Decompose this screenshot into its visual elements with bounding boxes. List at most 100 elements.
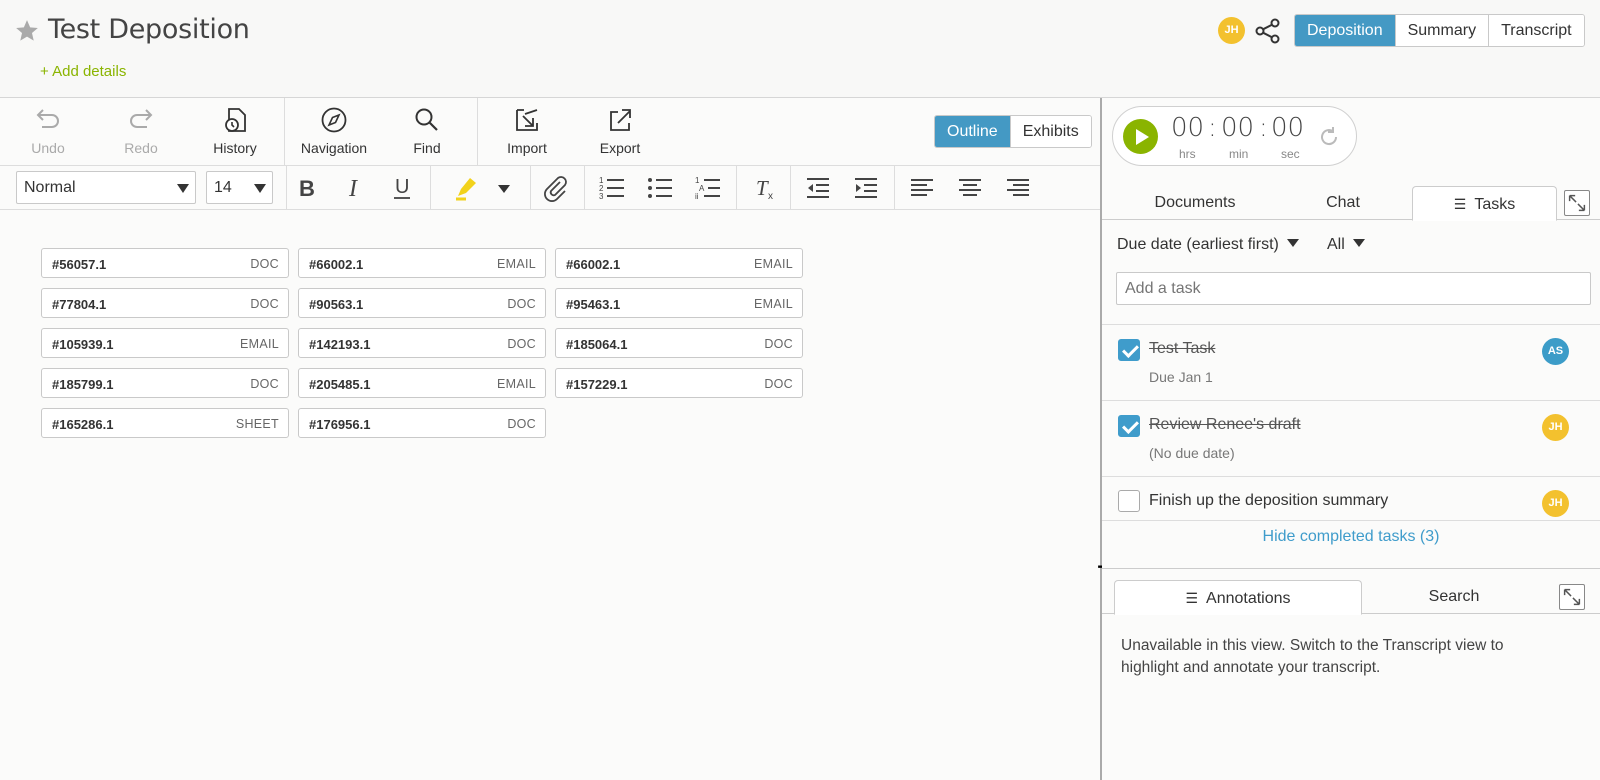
exhibit-type: DOC bbox=[507, 417, 536, 431]
history-label: History bbox=[213, 140, 257, 156]
link-button[interactable] bbox=[542, 174, 570, 202]
tab-deposition[interactable]: Deposition bbox=[1295, 15, 1395, 46]
exhibit-id: #56057.1 bbox=[52, 257, 107, 272]
tab-transcript[interactable]: Transcript bbox=[1488, 15, 1584, 46]
exhibit-chip[interactable]: #157229.1 DOC bbox=[555, 368, 803, 398]
user-avatar[interactable]: JH bbox=[1218, 17, 1245, 44]
tab-exhibits[interactable]: Exhibits bbox=[1009, 116, 1091, 147]
page-title: Test Deposition bbox=[48, 14, 250, 45]
exhibit-id: #176956.1 bbox=[309, 417, 371, 432]
exhibit-chip[interactable]: #66002.1 EMAIL bbox=[555, 248, 803, 278]
exhibit-type: EMAIL bbox=[496, 377, 536, 391]
highlighter-icon bbox=[456, 178, 476, 201]
import-button[interactable]: Import bbox=[487, 106, 567, 162]
chevron-down-icon bbox=[1286, 239, 1299, 247]
history-button[interactable]: History bbox=[195, 106, 275, 162]
assignee-avatar[interactable]: JH bbox=[1542, 414, 1569, 441]
task-item[interactable]: Test Task Due Jan 1 AS bbox=[1102, 324, 1600, 400]
assignee-avatar[interactable]: AS bbox=[1542, 338, 1569, 365]
highlight-color-dropdown[interactable] bbox=[490, 174, 518, 202]
hours-label: hrs bbox=[1179, 147, 1196, 161]
chevron-down-icon bbox=[498, 185, 510, 193]
svg-text:x: x bbox=[768, 191, 773, 202]
align-left-button[interactable] bbox=[908, 174, 936, 202]
exhibit-chip[interactable]: #90563.1 DOC bbox=[298, 288, 546, 318]
bullet-list-button[interactable] bbox=[646, 174, 674, 202]
exhibit-chip[interactable]: #176956.1 DOC bbox=[298, 408, 546, 438]
clear-format-button[interactable]: Tx bbox=[752, 174, 780, 202]
task-checkbox[interactable] bbox=[1118, 339, 1140, 361]
share-icon[interactable] bbox=[1254, 17, 1282, 45]
main-toolbar: Undo Redo History Navigation Find Import… bbox=[0, 98, 1100, 166]
tab-outline[interactable]: Outline bbox=[935, 116, 1010, 147]
assignee-avatar[interactable]: JH bbox=[1542, 490, 1569, 517]
exhibit-type: DOC bbox=[764, 377, 793, 391]
tab-tasks[interactable]: ☰ Tasks bbox=[1412, 186, 1557, 221]
annotations-unavailable-message: Unavailable in this view. Switch to the … bbox=[1121, 637, 1504, 676]
seconds-label: sec bbox=[1281, 147, 1300, 161]
exhibit-chip[interactable]: #56057.1 DOC bbox=[41, 248, 289, 278]
redo-button[interactable]: Redo bbox=[101, 106, 181, 162]
play-icon[interactable] bbox=[1123, 119, 1158, 154]
sort-dropdown[interactable]: Due date (earliest first) bbox=[1117, 236, 1299, 254]
exhibit-chip[interactable]: #185799.1 DOC bbox=[41, 368, 289, 398]
highlight-button[interactable] bbox=[452, 174, 480, 202]
exhibit-chip[interactable]: #185064.1 DOC bbox=[555, 328, 803, 358]
exhibit-chip[interactable]: #165286.1 SHEET bbox=[41, 408, 289, 438]
export-label: Export bbox=[599, 140, 641, 156]
star-icon[interactable] bbox=[14, 18, 40, 44]
bold-button[interactable]: B bbox=[292, 174, 320, 202]
exhibit-id: #77804.1 bbox=[52, 297, 107, 312]
underline-button[interactable]: U bbox=[388, 174, 416, 202]
outline-editor: Undo Redo History Navigation Find Import… bbox=[0, 98, 1102, 780]
annotation-tabs: ☰ Annotations Search bbox=[1102, 580, 1600, 615]
filter-dropdown[interactable]: All bbox=[1327, 236, 1365, 254]
font-size-select[interactable]: 14 bbox=[206, 171, 273, 204]
navigation-label: Navigation bbox=[300, 140, 368, 156]
undo-button[interactable]: Undo bbox=[8, 106, 88, 162]
exhibit-id: #185064.1 bbox=[566, 337, 628, 352]
navigation-button[interactable]: Navigation bbox=[294, 106, 374, 162]
hide-completed-link[interactable]: Hide completed tasks (3) bbox=[1102, 528, 1600, 546]
numbered-list-button[interactable]: 123 bbox=[598, 174, 626, 202]
svg-text:ii: ii bbox=[695, 192, 699, 201]
exhibit-id: #157229.1 bbox=[566, 377, 628, 392]
multilevel-list-button[interactable]: 1 Aii bbox=[694, 174, 722, 202]
find-button[interactable]: Find bbox=[387, 106, 467, 162]
italic-button[interactable]: I bbox=[340, 174, 368, 202]
tab-search[interactable]: Search bbox=[1364, 580, 1544, 614]
task-checkbox[interactable] bbox=[1118, 415, 1140, 437]
add-details-link[interactable]: + Add details bbox=[40, 63, 126, 80]
tab-summary[interactable]: Summary bbox=[1394, 15, 1489, 46]
chevron-down-icon bbox=[1352, 239, 1365, 247]
exhibit-chip[interactable]: #205485.1 EMAIL bbox=[298, 368, 546, 398]
indent-icon bbox=[855, 178, 877, 198]
tab-chat[interactable]: Chat bbox=[1268, 186, 1418, 220]
exhibit-chip[interactable]: #66002.1 EMAIL bbox=[298, 248, 546, 278]
tab-annotations[interactable]: ☰ Annotations bbox=[1114, 580, 1362, 615]
task-item[interactable]: Finish up the deposition summary JH bbox=[1102, 476, 1600, 521]
italic-icon: I bbox=[348, 176, 358, 202]
reset-icon[interactable] bbox=[1316, 124, 1342, 150]
exhibit-chip[interactable]: #142193.1 DOC bbox=[298, 328, 546, 358]
exhibit-chip[interactable]: #77804.1 DOC bbox=[41, 288, 289, 318]
indent-button[interactable] bbox=[852, 174, 880, 202]
exhibit-type: DOC bbox=[250, 377, 279, 391]
add-task-input[interactable] bbox=[1116, 272, 1591, 305]
paragraph-style-select[interactable]: Normal bbox=[16, 171, 196, 204]
align-right-button[interactable] bbox=[1004, 174, 1032, 202]
search-icon bbox=[415, 108, 438, 131]
align-center-button[interactable] bbox=[956, 174, 984, 202]
expand-icon[interactable] bbox=[1559, 584, 1585, 610]
tab-documents[interactable]: Documents bbox=[1120, 186, 1270, 220]
task-item[interactable]: Review Renee's draft (No due date) JH bbox=[1102, 400, 1600, 476]
expand-icon[interactable] bbox=[1564, 190, 1590, 216]
outdent-button[interactable] bbox=[804, 174, 832, 202]
exhibit-chip[interactable]: #95463.1 EMAIL bbox=[555, 288, 803, 318]
exhibit-chip[interactable]: #105939.1 EMAIL bbox=[41, 328, 289, 358]
task-checkbox[interactable] bbox=[1118, 490, 1140, 512]
export-button[interactable]: Export bbox=[580, 106, 660, 162]
exhibit-id: #205485.1 bbox=[309, 377, 371, 392]
redo-label: Redo bbox=[124, 140, 158, 156]
exhibit-type: EMAIL bbox=[753, 257, 793, 271]
